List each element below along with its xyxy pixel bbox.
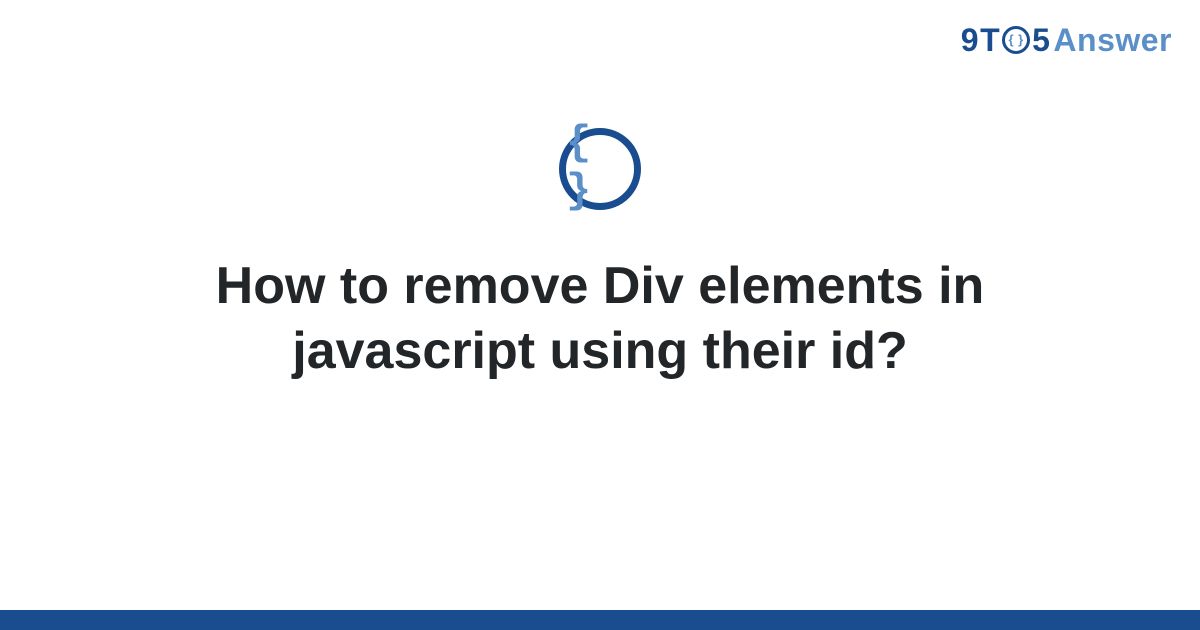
main-content: { } How to remove Div elements in javasc…: [0, 128, 1200, 384]
code-braces-icon: { }: [559, 128, 641, 210]
braces-glyph: { }: [566, 119, 634, 215]
page-title: How to remove Div elements in javascript…: [100, 254, 1100, 384]
logo-nine: 9: [961, 22, 979, 59]
site-logo: 9 T { } 5 Answer: [961, 22, 1172, 59]
logo-five: 5: [1032, 22, 1050, 59]
logo-t: T: [980, 22, 1000, 59]
logo-o-braces-icon: { }: [1002, 26, 1030, 54]
footer-bar: [0, 610, 1200, 630]
logo-answer: Answer: [1053, 22, 1172, 59]
